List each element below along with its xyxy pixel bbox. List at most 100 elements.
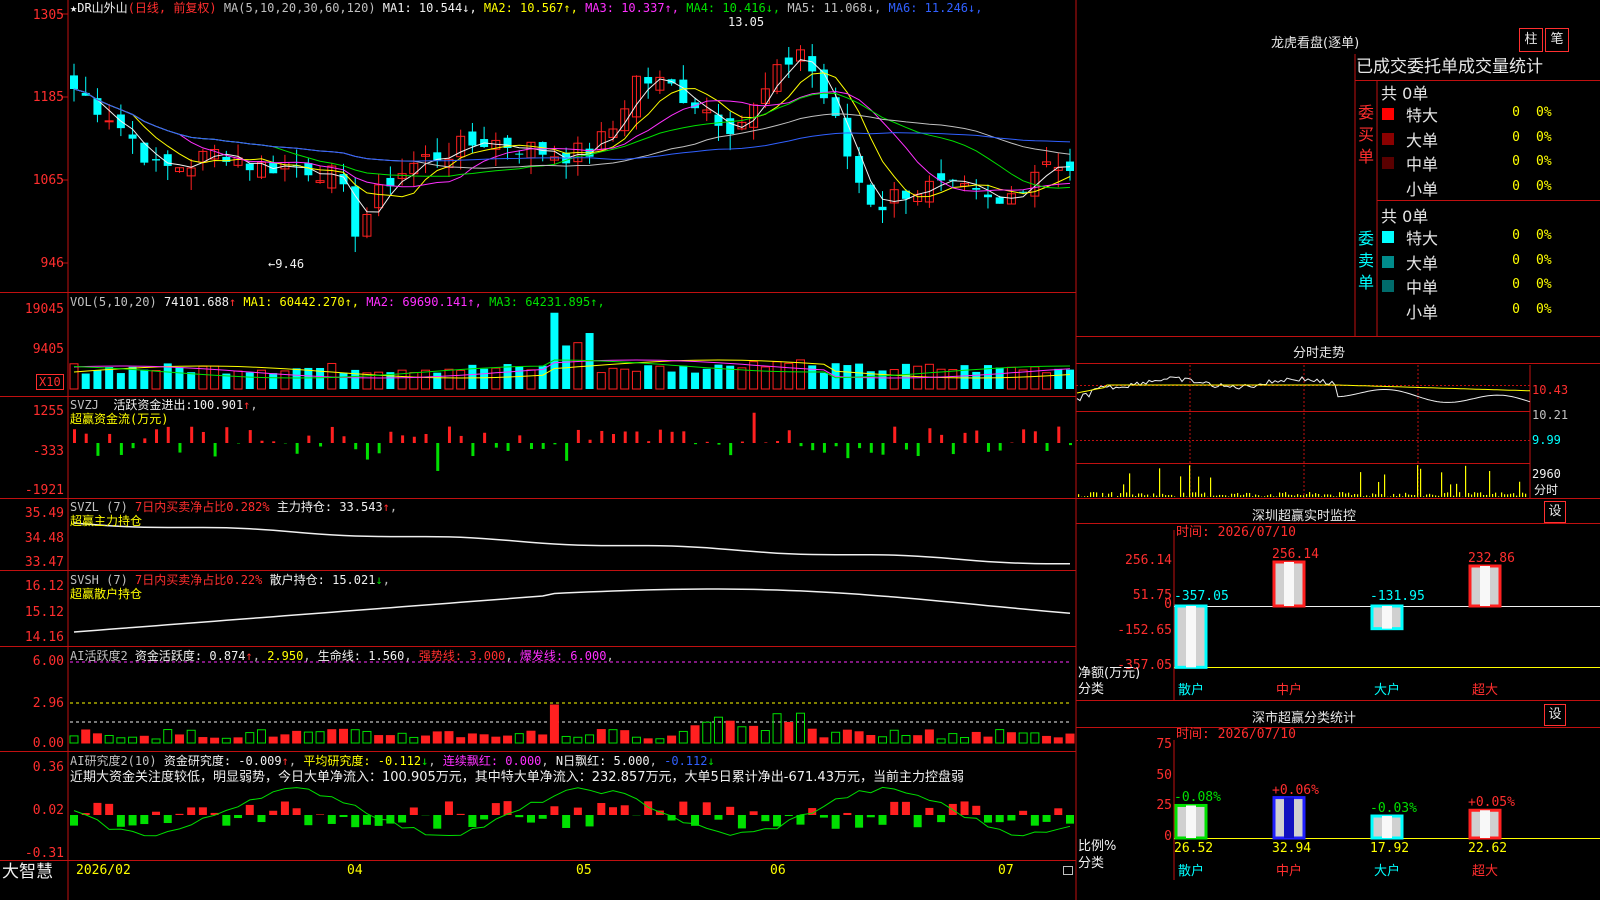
pen-mode-button[interactable]: 笔 — [1545, 28, 1569, 52]
main-header: ★DR山外山(日线, 前复权) MA(5,10,20,30,60,120) MA… — [70, 1, 982, 15]
volume-bar-down — [93, 370, 102, 389]
intraday-volume-bar — [1135, 496, 1137, 497]
order-count: 0 — [1512, 129, 1520, 145]
fund-flow-bar — [190, 426, 194, 443]
activity-bar — [1018, 732, 1028, 744]
intraday-volume-bar — [1519, 481, 1521, 497]
research-bar — [995, 815, 1004, 823]
classify-settings-button[interactable]: 设 — [1544, 704, 1566, 726]
research-bar — [351, 815, 360, 828]
research-bar — [374, 815, 383, 826]
candle-down — [972, 188, 981, 190]
order-pct: 0% — [1536, 228, 1552, 243]
candle-down — [468, 131, 477, 146]
activity-bar — [538, 734, 548, 744]
intraday-axis-label: 10.21 — [1532, 408, 1569, 422]
ai-research-axis-label: -0.31 — [24, 846, 64, 861]
candle-down — [878, 206, 887, 211]
buy-side-label: 委买单 — [1357, 103, 1374, 166]
order-count: 0 — [1512, 154, 1520, 169]
color-swatch — [1382, 108, 1394, 120]
volume-bar-down — [995, 367, 1004, 389]
n-day-red: N日飘红: 5.000 — [555, 754, 650, 768]
intraday-volume-bar — [1384, 474, 1386, 497]
intraday-volume-bar — [1216, 495, 1218, 497]
date-tick: 04 — [347, 863, 363, 878]
intraday-volume-bar — [1276, 496, 1278, 497]
monitor-tick-label: 0 — [1164, 597, 1172, 612]
fund-flow-bar — [225, 427, 229, 443]
activity-bar — [585, 734, 595, 744]
bar-mode-button[interactable]: 柱 — [1519, 28, 1543, 52]
price-axis-label: 946 — [40, 256, 64, 271]
intraday-volume-bar — [1456, 483, 1458, 497]
fund-flow-bar — [881, 443, 885, 455]
research-bar — [925, 807, 934, 815]
lock-icon[interactable] — [1063, 866, 1073, 875]
research-bar — [1030, 815, 1039, 826]
intraday-volume-bar — [1444, 493, 1446, 497]
activity-bar — [842, 729, 852, 744]
monitor-xlabel: 分类 — [1078, 682, 1105, 697]
intraday-volume-bar — [1492, 493, 1494, 497]
candle-down — [515, 153, 524, 155]
intraday-volume-bar — [1171, 494, 1173, 497]
intraday-volume-bar — [1204, 492, 1206, 497]
research-bar — [597, 802, 606, 815]
volume-bar-up — [1030, 366, 1040, 390]
research-bar — [327, 815, 336, 824]
intraday-volume-bar — [1330, 494, 1332, 497]
volume-ma-values: MA1: 60442.270↑, MA2: 69690.141↑, MA3: 6… — [236, 295, 604, 309]
svsh-axis-label: 14.16 — [24, 630, 64, 645]
svzj-label: 活跃资金进出: — [113, 398, 193, 412]
svsh-axis-label: 16.12 — [24, 579, 64, 594]
intraday-volume-bar — [1366, 495, 1368, 497]
classify-bar-highlight — [1284, 797, 1294, 838]
classify-tick-label: 75 — [1156, 737, 1172, 752]
intraday-volume-bar — [1459, 492, 1461, 497]
volume-bar-up — [421, 369, 431, 390]
continuous-red: 连续飘红: 0.000 — [442, 754, 542, 768]
research-bar — [878, 815, 887, 825]
classify-title: 深市超赢分类统计 — [1252, 711, 1357, 726]
fund-flow-bar — [143, 438, 147, 443]
activity-bar — [749, 725, 759, 744]
intraday-volume-bar — [1306, 494, 1308, 497]
fund-flow-bar — [459, 435, 463, 443]
intraday-volume-bar — [1405, 492, 1407, 497]
fund-flow-bar — [975, 430, 979, 443]
monitor-bar-label: 256.14 — [1272, 547, 1319, 562]
activity-bar — [678, 730, 688, 744]
research-bar — [1042, 815, 1051, 822]
order-size-label: 中单 — [1406, 278, 1439, 297]
activity-bar — [725, 720, 735, 744]
volume-bar-down — [339, 372, 348, 389]
research-bar — [773, 815, 782, 827]
price-mode[interactable]: (日线, 前复权) — [128, 1, 217, 15]
intraday-volume-bar — [1288, 494, 1290, 497]
activity-bar — [444, 731, 454, 744]
classify-category: 中户 — [1276, 864, 1303, 879]
svsh-subtitle: 超赢散户持仓 — [70, 587, 143, 601]
stock-name[interactable]: DR山外山 — [77, 1, 127, 15]
activity-bar — [292, 730, 302, 744]
research-bar — [491, 803, 500, 815]
ai-activity-title: AI活跃度2 — [70, 649, 128, 663]
activity-bar — [737, 726, 747, 744]
volume-ma-value-1: MA1: 60442.270↑, — [236, 295, 360, 309]
fund-flow-bar — [295, 443, 299, 454]
volume-bar-up — [456, 369, 466, 390]
fund-flow-bar — [248, 430, 252, 443]
activity-bar — [1053, 737, 1063, 744]
activity-bar — [432, 731, 442, 744]
intraday-volume-bar — [1234, 493, 1236, 497]
intraday-volume-bar — [1168, 495, 1170, 497]
volume-bar-down — [1054, 368, 1063, 389]
intraday-volume-bar — [1210, 477, 1212, 497]
activity-bar — [854, 731, 864, 744]
fund-flow-bar — [506, 443, 510, 451]
fund-flow-bar — [694, 443, 698, 445]
fund-flow-bar — [658, 429, 662, 443]
monitor-settings-button[interactable]: 设 — [1544, 501, 1566, 523]
activity-bar — [690, 725, 700, 744]
